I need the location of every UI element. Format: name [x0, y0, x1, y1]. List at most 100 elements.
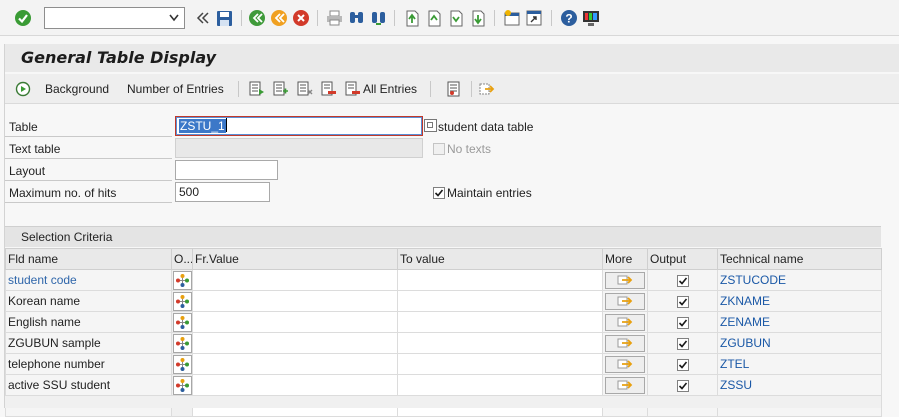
layout-input[interactable] — [175, 160, 278, 180]
sort-fields-button[interactable] — [297, 74, 313, 104]
new-session-icon[interactable] — [503, 9, 521, 27]
maintain-entries-checkbox[interactable] — [433, 187, 445, 199]
multiple-selection-arrow-icon — [617, 295, 633, 307]
fld-name-cell[interactable]: English name — [5, 311, 172, 333]
output-cell — [647, 269, 718, 291]
help-icon[interactable]: ? — [560, 9, 578, 27]
col-to-value[interactable]: To value — [397, 248, 603, 270]
technical-name-cell: ZENAME — [717, 311, 882, 333]
back-icon[interactable] — [248, 9, 266, 27]
selection-option-button[interactable] — [172, 375, 192, 395]
table-header-row: Fld name O... Fr.Value To value More Out… — [5, 248, 882, 270]
last-page-icon[interactable] — [469, 9, 487, 27]
to-value-input[interactable] — [397, 353, 603, 375]
to-value-input[interactable] — [397, 374, 603, 396]
to-value-input[interactable] — [397, 311, 603, 333]
system-toolbar: ? — [0, 0, 899, 36]
to-value-input[interactable] — [397, 290, 603, 312]
from-value-input[interactable] — [192, 311, 398, 333]
multiple-selection-button[interactable] — [605, 271, 645, 289]
checkmark-icon — [678, 297, 688, 307]
from-value-input[interactable] — [192, 332, 398, 354]
multiple-selection-arrow-icon — [617, 337, 633, 349]
col-option[interactable]: O... — [171, 248, 193, 270]
select-fields-button[interactable] — [249, 74, 265, 104]
enter-checkmark-icon[interactable] — [14, 9, 32, 27]
text-table-label: Text table — [5, 138, 172, 159]
maintain-entries-label: Maintain entries — [447, 186, 532, 200]
from-value-input[interactable] — [192, 290, 398, 312]
exit-icon[interactable] — [270, 9, 288, 27]
next-page-icon[interactable] — [447, 9, 465, 27]
col-more[interactable]: More — [602, 248, 648, 270]
fld-name-cell[interactable]: active SSU student — [5, 374, 172, 396]
output-checkbox[interactable] — [676, 316, 689, 329]
col-technical-name[interactable]: Technical name — [717, 248, 882, 270]
selection-option-button[interactable] — [172, 270, 192, 290]
command-field[interactable] — [44, 7, 185, 29]
save-icon[interactable] — [215, 9, 233, 27]
export-arrow-icon — [479, 81, 495, 97]
from-value-input[interactable] — [192, 269, 398, 291]
selection-options-icon — [175, 336, 190, 351]
customize-layout-icon[interactable] — [582, 9, 600, 27]
max-hits-input[interactable]: 500 — [175, 182, 270, 202]
print-icon[interactable] — [325, 9, 343, 27]
option-cell — [171, 374, 193, 396]
field-list-button[interactable] — [273, 74, 289, 104]
command-input[interactable] — [45, 8, 167, 28]
from-value-input[interactable] — [192, 374, 398, 396]
text-table-input — [175, 138, 423, 158]
table-contents-button[interactable] — [446, 74, 462, 104]
multiple-selection-button[interactable] — [605, 334, 645, 352]
multiple-selection-button[interactable] — [605, 313, 645, 331]
multiple-selection-button[interactable] — [605, 355, 645, 373]
selection-option-button[interactable] — [172, 291, 192, 311]
more-cell — [602, 290, 648, 312]
option-cell — [171, 269, 193, 291]
table-input[interactable]: ZSTU_1 — [175, 116, 423, 136]
to-value-input[interactable] — [397, 269, 603, 291]
fld-name-cell[interactable]: Korean name — [5, 290, 172, 312]
to-value-input[interactable] — [397, 332, 603, 354]
output-cell — [647, 353, 718, 375]
all-entries-button[interactable]: All Entries — [345, 74, 417, 104]
first-page-icon[interactable] — [403, 9, 421, 27]
fld-name-cell[interactable]: ZGUBUN sample — [5, 332, 172, 354]
table-bottom-strip — [5, 395, 881, 408]
output-checkbox[interactable] — [676, 337, 689, 350]
output-checkbox[interactable] — [676, 274, 689, 287]
selection-option-button[interactable] — [172, 333, 192, 353]
find-next-icon[interactable] — [369, 9, 387, 27]
execute-button[interactable] — [15, 74, 31, 104]
delete-selection-button[interactable] — [321, 74, 337, 104]
from-value-input[interactable] — [192, 353, 398, 375]
export-button[interactable] — [479, 74, 495, 104]
fld-name-cell[interactable]: student code — [5, 269, 172, 291]
background-button[interactable]: Background — [45, 74, 109, 104]
output-checkbox[interactable] — [676, 295, 689, 308]
selection-option-button[interactable] — [172, 312, 192, 332]
number-of-entries-button[interactable]: Number of Entries — [127, 74, 224, 104]
select-fields-icon — [249, 81, 265, 97]
col-fld-name[interactable]: Fld name — [5, 248, 172, 270]
output-checkbox[interactable] — [676, 358, 689, 371]
chevron-down-icon[interactable] — [167, 11, 181, 25]
collapse-arrows-icon[interactable] — [194, 9, 212, 27]
multiple-selection-button[interactable] — [605, 376, 645, 394]
col-output[interactable]: Output — [647, 248, 718, 270]
table-contents-icon — [446, 81, 462, 97]
col-from-value[interactable]: Fr.Value — [192, 248, 398, 270]
value-help-icon[interactable] — [424, 119, 437, 132]
find-icon[interactable] — [347, 9, 365, 27]
selection-criteria-table: Fld name O... Fr.Value To value More Out… — [5, 248, 882, 417]
option-cell — [171, 332, 193, 354]
fld-name-cell[interactable]: telephone number — [5, 353, 172, 375]
cancel-icon[interactable] — [292, 9, 310, 27]
table-label: Table — [5, 116, 172, 137]
output-checkbox[interactable] — [676, 379, 689, 392]
create-shortcut-icon[interactable] — [525, 9, 543, 27]
previous-page-icon[interactable] — [425, 9, 443, 27]
multiple-selection-button[interactable] — [605, 292, 645, 310]
selection-option-button[interactable] — [172, 354, 192, 374]
